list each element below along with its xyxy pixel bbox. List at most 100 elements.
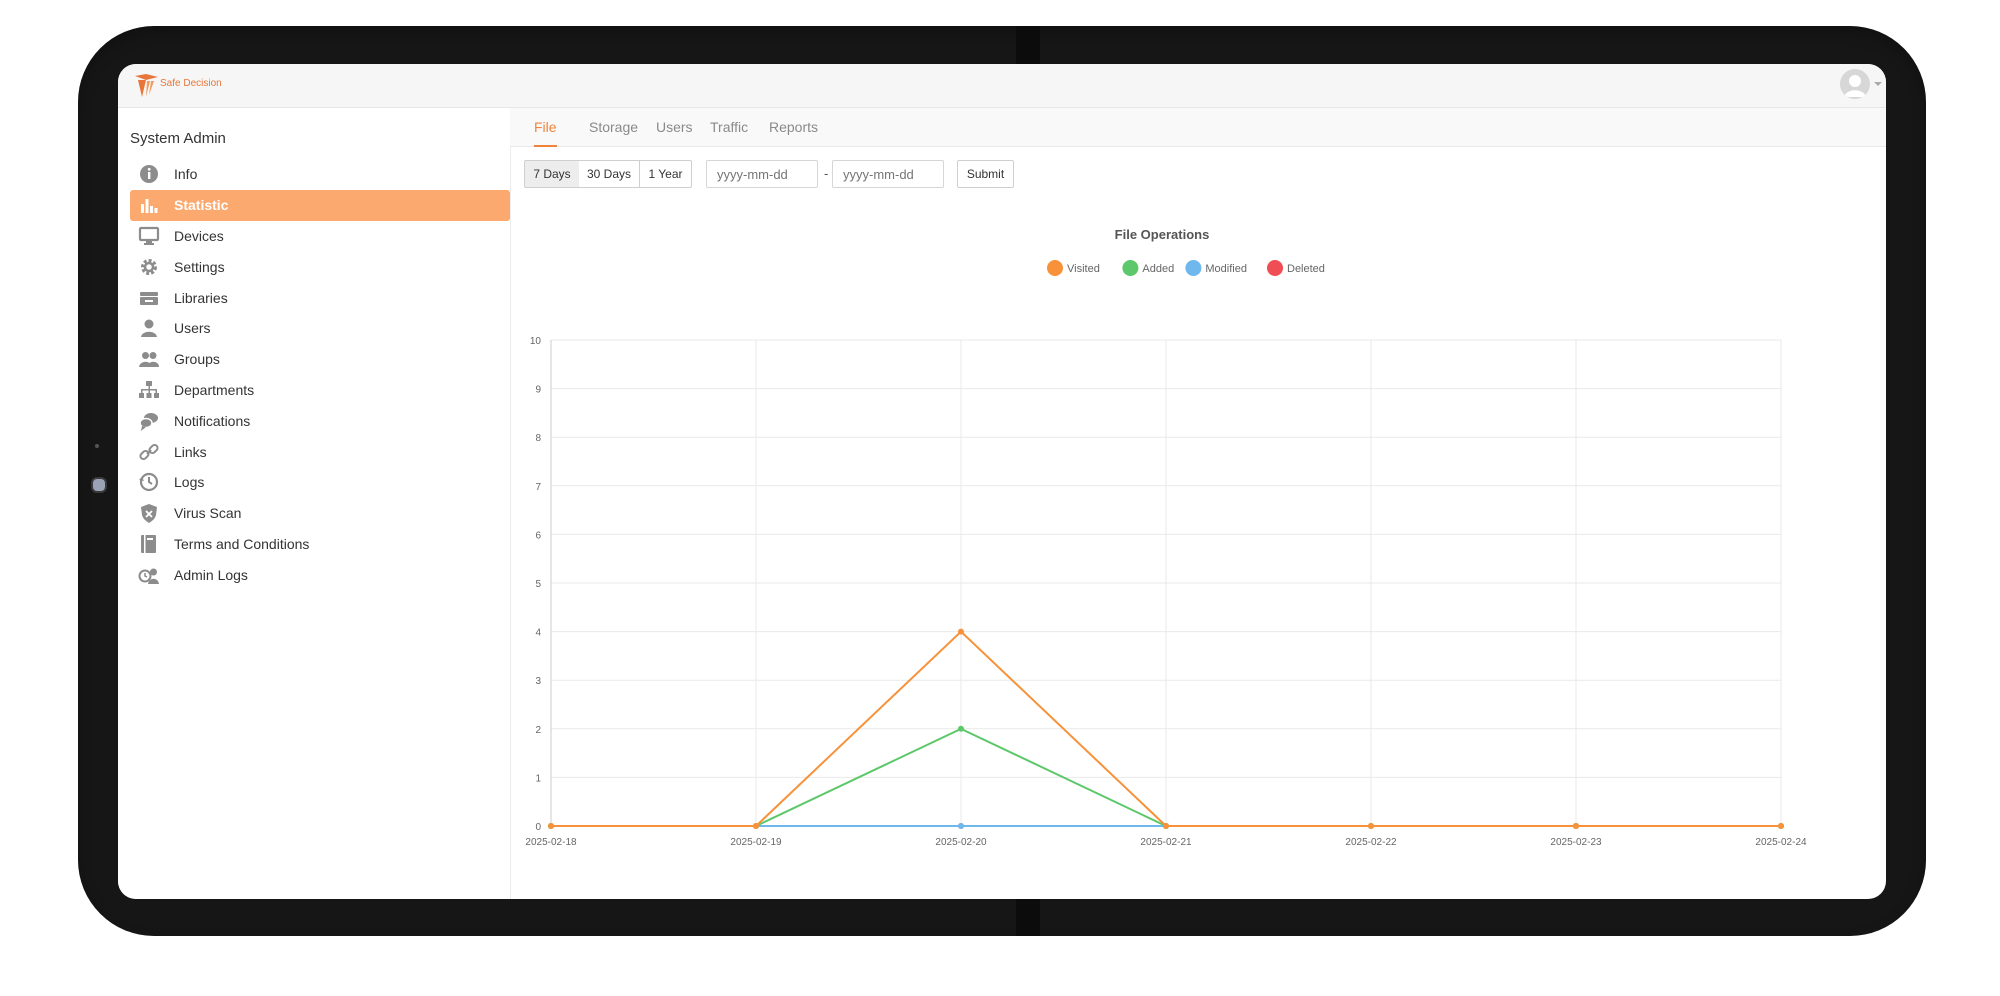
sidebar-item-label: Virus Scan bbox=[174, 505, 242, 522]
data-point-visited bbox=[753, 823, 759, 829]
data-point-modified bbox=[958, 823, 964, 829]
sidebar-item-label: Settings bbox=[174, 258, 225, 275]
y-tick-label: 0 bbox=[535, 822, 541, 833]
book-icon bbox=[138, 533, 160, 555]
y-tick-label: 1 bbox=[535, 773, 541, 784]
x-tick-label: 2025-02-22 bbox=[1345, 837, 1397, 848]
date-separator: - bbox=[824, 166, 829, 181]
sidebar-item-settings[interactable]: Settings bbox=[130, 251, 510, 282]
camera-lens bbox=[91, 477, 107, 493]
sidebar-item-logs[interactable]: Logs bbox=[130, 467, 510, 498]
monitor-icon bbox=[138, 225, 160, 247]
sidebar-item-groups[interactable]: Groups bbox=[130, 344, 510, 375]
sidebar-item-label: Terms and Conditions bbox=[174, 535, 310, 552]
sidebar-item-libraries[interactable]: Libraries bbox=[130, 282, 510, 313]
file-operations-chart: File Operations Visited Added Modified Delet… bbox=[510, 213, 1886, 899]
data-point-visited bbox=[1163, 823, 1169, 829]
logo-icon[interactable] bbox=[132, 70, 162, 100]
data-point-added bbox=[958, 725, 964, 732]
data-point-visited bbox=[1573, 823, 1579, 829]
x-tick-label: 2025-02-20 bbox=[935, 837, 987, 848]
admin-history-icon bbox=[138, 564, 160, 586]
legend-label-added: Added bbox=[1142, 263, 1174, 275]
sidebar-item-admin-logs[interactable]: Admin Logs bbox=[130, 559, 510, 590]
y-tick-label: 6 bbox=[535, 530, 541, 541]
gear-icon bbox=[138, 256, 160, 278]
legend-label-visited: Visited bbox=[1067, 263, 1100, 275]
y-tick-label: 2 bbox=[535, 725, 541, 736]
sidebar-item-devices[interactable]: Devices bbox=[130, 221, 510, 252]
end-date-input[interactable] bbox=[832, 160, 944, 188]
sidebar-nav: Info Statistic Devices Settings Libraries Use… bbox=[130, 159, 510, 590]
legend-marker-added bbox=[1122, 260, 1139, 276]
frame-notch-bottom bbox=[1016, 898, 1040, 936]
sidebar-item-label: Info bbox=[174, 166, 198, 183]
chart-title: File Operations bbox=[1115, 227, 1210, 242]
range-30-days-button[interactable]: 30 Days bbox=[579, 160, 640, 188]
frame-notch-top bbox=[1016, 26, 1040, 64]
data-point-visited bbox=[548, 823, 554, 829]
chevron-down-icon[interactable] bbox=[1874, 82, 1882, 86]
sidebar-item-notifications[interactable]: Notifications bbox=[130, 405, 510, 436]
stat-tabs: File Storage Users Traffic Reports bbox=[510, 108, 1886, 147]
sidebar-item-label: Libraries bbox=[174, 289, 228, 306]
sidebar-item-label: Admin Logs bbox=[174, 566, 248, 583]
screen: Safe Decision System Admin Info Statistic… bbox=[118, 64, 1886, 899]
y-tick-label: 7 bbox=[535, 482, 541, 493]
range-1-year-button[interactable]: 1 Year bbox=[640, 160, 692, 188]
x-tick-label: 2025-02-23 bbox=[1550, 837, 1602, 848]
y-tick-label: 10 bbox=[530, 336, 542, 347]
shield-x-icon bbox=[138, 502, 160, 524]
legend-marker-deleted bbox=[1267, 260, 1283, 276]
library-icon bbox=[138, 287, 160, 309]
tab-file[interactable]: File bbox=[534, 108, 557, 147]
legend-label-deleted: Deleted bbox=[1287, 263, 1325, 275]
x-tick-label: 2025-02-21 bbox=[1140, 837, 1192, 848]
data-point-visited bbox=[958, 628, 964, 635]
avatar-icon bbox=[1844, 75, 1866, 97]
legend-marker-visited bbox=[1047, 260, 1063, 276]
top-bar: Safe Decision bbox=[118, 64, 1886, 108]
legend-marker-modified bbox=[1185, 260, 1202, 276]
range-7-days-button[interactable]: 7 Days bbox=[524, 160, 580, 188]
start-date-input[interactable] bbox=[706, 160, 818, 188]
sidebar-item-terms-and-conditions[interactable]: Terms and Conditions bbox=[130, 529, 510, 560]
sidebar-item-virus-scan[interactable]: Virus Scan bbox=[130, 498, 510, 529]
sidebar-item-info[interactable]: Info bbox=[130, 159, 510, 190]
y-tick-label: 5 bbox=[535, 579, 541, 590]
sidebar-item-links[interactable]: Links bbox=[130, 436, 510, 467]
sidebar: System Admin Info Statistic Devices Setting… bbox=[118, 108, 511, 899]
sidebar-item-label: Users bbox=[174, 320, 211, 337]
legend-label-modified: Modified bbox=[1205, 263, 1247, 275]
y-tick-label: 8 bbox=[535, 433, 541, 444]
x-tick-label: 2025-02-24 bbox=[1755, 837, 1807, 848]
user-icon bbox=[138, 317, 160, 339]
sidebar-item-label: Statistic bbox=[174, 197, 229, 214]
sidebar-item-label: Departments bbox=[174, 381, 255, 398]
sidebar-item-label: Links bbox=[174, 443, 207, 460]
sidebar-title: System Admin bbox=[130, 130, 226, 147]
x-tick-label: 2025-02-18 bbox=[525, 837, 577, 848]
y-tick-label: 4 bbox=[535, 628, 541, 639]
sidebar-item-label: Notifications bbox=[174, 412, 251, 429]
submit-button[interactable]: Submit bbox=[957, 160, 1014, 188]
tab-storage[interactable]: Storage bbox=[589, 108, 638, 146]
y-tick-label: 3 bbox=[535, 676, 541, 687]
tab-reports[interactable]: Reports bbox=[769, 108, 818, 146]
group-icon bbox=[138, 348, 160, 370]
tab-traffic[interactable]: Traffic bbox=[710, 108, 748, 146]
sidebar-item-label: Groups bbox=[174, 351, 220, 368]
data-point-visited bbox=[1368, 823, 1374, 829]
data-point-visited bbox=[1778, 823, 1784, 829]
x-tick-label: 2025-02-19 bbox=[730, 837, 782, 848]
link-icon bbox=[138, 441, 160, 463]
bar-chart-icon bbox=[138, 194, 160, 216]
sidebar-item-users[interactable]: Users bbox=[130, 313, 510, 344]
chat-bubbles-icon bbox=[138, 410, 160, 432]
sidebar-item-statistic[interactable]: Statistic bbox=[130, 189, 510, 221]
sidebar-item-departments[interactable]: Departments bbox=[130, 375, 510, 406]
user-avatar[interactable] bbox=[1840, 69, 1870, 99]
logo-text: Safe Decision bbox=[160, 78, 222, 89]
tab-users[interactable]: Users bbox=[656, 108, 693, 146]
y-tick-label: 9 bbox=[535, 385, 541, 396]
